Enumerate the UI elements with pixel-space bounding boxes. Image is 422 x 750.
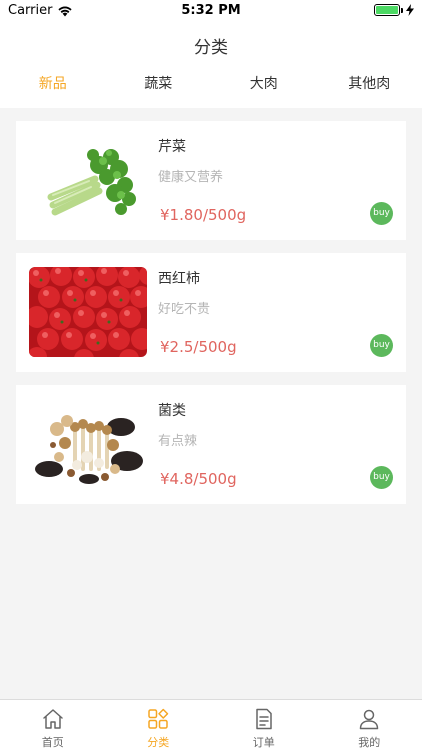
tabbar-label: 分类	[147, 736, 170, 749]
tomato-image	[29, 267, 147, 357]
product-name: 菌类	[158, 403, 186, 419]
tab-new[interactable]: 新品	[0, 66, 106, 108]
profile-icon	[360, 709, 379, 730]
home-icon	[43, 709, 63, 729]
order-icon	[256, 708, 272, 730]
mushroom-image	[29, 399, 147, 489]
product-list: 芹菜 健康又营养 ¥1.80/500g buy 西红柿 好吃不贵 ¥2.5/50…	[16, 121, 406, 517]
charging-bolt-icon	[406, 4, 414, 16]
battery-cap	[401, 7, 403, 13]
product-name: 芹菜	[158, 139, 186, 155]
product-description: 好吃不贵	[158, 302, 211, 317]
product-card[interactable]: 菌类 有点辣 ¥4.8/500g buy	[16, 385, 406, 504]
tabbar-label: 首页	[41, 736, 64, 749]
product-name: 西红柿	[158, 271, 200, 287]
category-icon	[148, 708, 169, 729]
product-price: ¥1.80/500g	[160, 206, 247, 224]
tabbar-label: 订单	[252, 736, 275, 749]
celery-image	[29, 135, 147, 225]
category-tabs: 新品 蔬菜 大肉 其他肉	[0, 66, 422, 108]
product-card[interactable]: 芹菜 健康又营养 ¥1.80/500g buy	[16, 121, 406, 240]
buy-button[interactable]: buy	[370, 202, 393, 225]
battery-fill	[376, 6, 398, 14]
tabbar-category[interactable]: 分类	[106, 700, 212, 750]
tab-meat[interactable]: 大肉	[211, 66, 317, 108]
battery-indicator	[374, 4, 414, 16]
buy-button[interactable]: buy	[370, 466, 393, 489]
buy-button[interactable]: buy	[370, 334, 393, 357]
tabbar-profile[interactable]: 我的	[317, 700, 422, 750]
page-title: 分类	[194, 38, 228, 58]
product-price: ¥4.8/500g	[160, 470, 237, 488]
product-description: 健康又营养	[158, 170, 224, 185]
tab-vegetables[interactable]: 蔬菜	[106, 66, 212, 108]
status-time: 5:32 PM	[181, 3, 241, 18]
tabbar-home[interactable]: 首页	[0, 700, 106, 750]
tab-other-meat[interactable]: 其他肉	[317, 66, 422, 108]
product-description: 有点辣	[158, 434, 198, 449]
product-price: ¥2.5/500g	[160, 338, 237, 356]
tabbar-orders[interactable]: 订单	[211, 700, 317, 750]
product-card[interactable]: 西红柿 好吃不贵 ¥2.5/500g buy	[16, 253, 406, 372]
battery-icon	[374, 4, 400, 16]
navigation-bar: 分类	[0, 22, 422, 66]
status-bar: Carrier 5:32 PM	[0, 0, 422, 22]
bottom-tab-bar: 首页 分类 订单 我的	[0, 699, 422, 750]
tabbar-label: 我的	[358, 736, 381, 749]
